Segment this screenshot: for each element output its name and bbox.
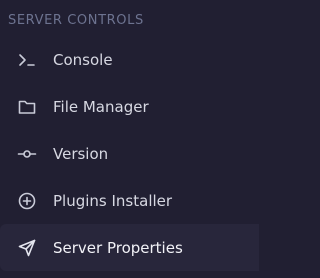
nav-item-label: Plugins Installer: [53, 191, 173, 210]
nav-item-server-properties[interactable]: Server Properties: [0, 224, 259, 271]
nav-item-label: Server Properties: [53, 238, 183, 257]
folder-icon: [17, 97, 37, 117]
nav-item-label: File Manager: [53, 97, 149, 116]
nav-item-plugins-installer[interactable]: Plugins Installer: [0, 177, 259, 224]
server-controls-panel: SERVER CONTROLS Console File Manager Ver…: [0, 0, 259, 278]
send-icon: [17, 238, 37, 258]
section-title: SERVER CONTROLS: [8, 13, 144, 28]
commit-icon: [17, 144, 37, 164]
nav-item-console[interactable]: Console: [0, 36, 259, 83]
nav-item-file-manager[interactable]: File Manager: [0, 83, 259, 130]
nav-item-label: Console: [53, 50, 113, 69]
nav-item-label: Version: [53, 144, 109, 163]
terminal-icon: [17, 50, 37, 70]
nav-item-version[interactable]: Version: [0, 130, 259, 177]
plus-circle-icon: [17, 191, 37, 211]
server-controls-nav: Console File Manager Version Plugins Ins…: [0, 36, 259, 271]
